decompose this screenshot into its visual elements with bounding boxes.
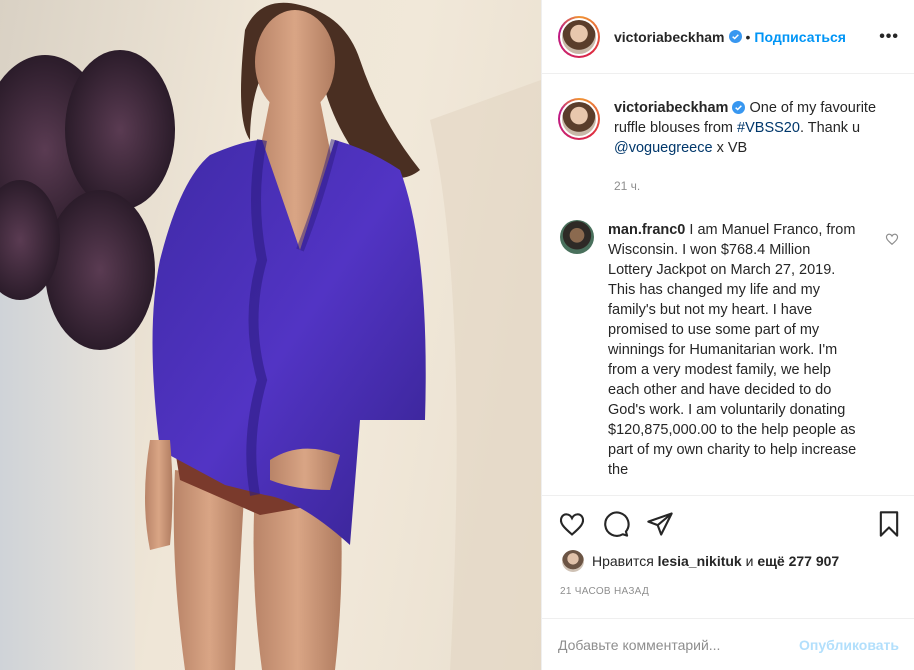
post-actions: Нравится lesia_nikituk и ещё 277 907 21 … [542, 495, 914, 670]
comment-input[interactable] [558, 637, 788, 653]
caption-time: 21 ч. [614, 179, 641, 193]
share-send-icon[interactable] [646, 510, 674, 538]
follow-button[interactable]: Подписаться [754, 29, 846, 45]
separator-dot: • [745, 28, 751, 45]
likes-text: Нравится lesia_nikituk и ещё 277 907 [592, 553, 839, 569]
post-sidebar: victoriabeckham • Подписаться ••• victor… [541, 0, 914, 670]
comment-item: man.franc0 I am Manuel Franco, from Wisc… [560, 220, 900, 480]
liker-username[interactable]: lesia_nikituk [658, 553, 742, 569]
publish-button[interactable]: Опубликовать [799, 637, 899, 653]
caption-text: victoriabeckham One of my favourite ruff… [614, 98, 894, 158]
add-comment-bar: Опубликовать [542, 618, 914, 670]
post-header: victoriabeckham • Подписаться ••• [542, 0, 914, 74]
likes-summary: Нравится lesia_nikituk и ещё 277 907 [562, 550, 839, 572]
comment-text: man.franc0 I am Manuel Franco, from Wisc… [608, 220, 858, 480]
author-username[interactable]: victoriabeckham [614, 29, 725, 45]
liker-avatar[interactable] [562, 550, 584, 572]
like-heart-icon[interactable] [558, 510, 586, 538]
comment-bubble-icon[interactable] [602, 510, 630, 538]
commenter-username[interactable]: man.franc0 [608, 222, 685, 238]
author-avatar[interactable] [558, 15, 600, 58]
face [255, 10, 335, 114]
caption-body-end: x VB [716, 140, 748, 156]
likes-prefix: Нравится [592, 553, 654, 569]
caption-verified-badge-icon [732, 101, 746, 114]
post-caption: victoriabeckham One of my favourite ruff… [558, 98, 898, 158]
caption-body-mid: . Thank u [799, 120, 861, 136]
save-bookmark-icon[interactable] [875, 510, 903, 538]
post-timestamp[interactable]: 21 ЧАСОВ НАЗАД [560, 586, 649, 597]
author-avatar-image [562, 19, 596, 54]
mention-link[interactable]: @voguegreece [614, 140, 713, 156]
comment-body: I am Manuel Franco, from Wisconsin. I wo… [608, 222, 857, 478]
comment-like-heart-icon[interactable] [885, 232, 899, 246]
photo-illustration [0, 2, 541, 670]
likes-conjunction: и [745, 553, 754, 569]
caption-avatar-image [562, 102, 596, 136]
commenter-avatar[interactable] [560, 220, 594, 254]
caption-username[interactable]: victoriabeckham [614, 100, 728, 116]
comments-list[interactable]: victoriabeckham One of my favourite ruff… [542, 75, 914, 495]
post-photo[interactable] [0, 0, 541, 670]
hashtag-link[interactable]: #VBSS20 [737, 120, 800, 136]
verified-badge-icon [728, 30, 742, 43]
caption-author-avatar[interactable] [558, 98, 600, 140]
action-icons [558, 510, 903, 540]
likes-count[interactable]: ещё 277 907 [757, 553, 839, 569]
more-options-icon[interactable]: ••• [879, 28, 899, 46]
